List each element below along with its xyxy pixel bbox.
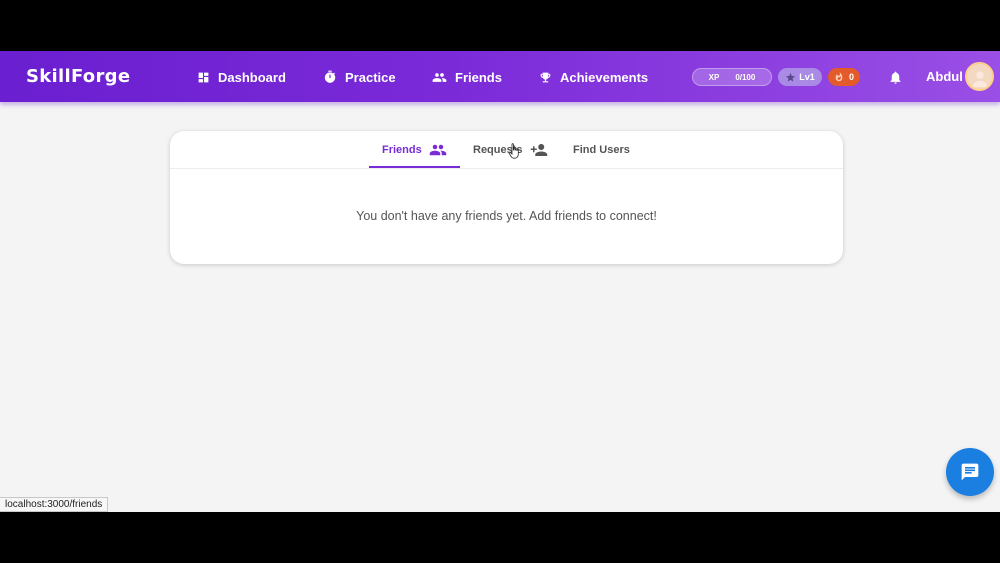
level-badge: Lv1: [778, 68, 822, 86]
dashboard-icon: [198, 72, 209, 82]
bell-icon: [890, 71, 900, 84]
people-icon: [432, 72, 447, 82]
hand-cursor-icon: [508, 143, 519, 159]
friends-tabs: Friends Requests Find Users: [170, 131, 843, 169]
letterbox-top: [0, 0, 1000, 51]
tab-find-users-label: Find Users: [573, 144, 630, 156]
top-navbar: SkillForge Dashboard Practice Friends Ac…: [0, 51, 1000, 102]
friends-panel: Friends Requests Find Users You don't ha…: [170, 131, 843, 264]
people-icon: [429, 144, 446, 156]
tab-friends[interactable]: Friends: [382, 131, 447, 169]
status-bar-url: localhost:3000/friends: [0, 497, 109, 512]
letterbox-bottom: [0, 512, 1000, 563]
nav-dashboard-label: Dashboard: [218, 69, 286, 85]
chat-fab-button[interactable]: [946, 448, 994, 496]
flame-icon: [835, 72, 843, 82]
nav-friends[interactable]: Friends: [432, 68, 502, 86]
xp-label: XP: [708, 72, 720, 82]
user-avatar-icon: [972, 71, 987, 88]
nav-dashboard[interactable]: Dashboard: [197, 68, 286, 86]
tab-find-users[interactable]: Find Users: [573, 131, 630, 169]
nav-achievements[interactable]: Achievements: [539, 68, 648, 86]
brand-logo[interactable]: SkillForge: [26, 66, 130, 87]
trophy-icon: [540, 72, 551, 82]
xp-value: 0/100: [735, 72, 756, 82]
avatar[interactable]: [965, 62, 994, 91]
person-add-icon: [530, 144, 547, 156]
chat-icon: [961, 463, 979, 481]
tab-friends-label: Friends: [382, 144, 422, 156]
notifications-button[interactable]: [886, 68, 904, 86]
streak-badge: 0: [828, 68, 860, 86]
nav-practice-label: Practice: [345, 69, 396, 85]
nav-friends-label: Friends: [455, 69, 502, 85]
empty-friends-message: You don't have any friends yet. Add frie…: [356, 209, 657, 223]
nav-practice[interactable]: Practice: [323, 68, 396, 86]
level-value: Lv1: [799, 72, 815, 82]
stopwatch-icon: [324, 70, 336, 83]
user-name[interactable]: Abdul: [926, 69, 963, 84]
app-viewport: SkillForge Dashboard Practice Friends Ac…: [0, 51, 1000, 512]
xp-progress-badge: XP 0/100: [692, 68, 772, 86]
star-icon: [786, 72, 796, 82]
active-tab-indicator: [369, 166, 460, 168]
streak-value: 0: [848, 72, 854, 82]
nav-achievements-label: Achievements: [560, 69, 649, 85]
